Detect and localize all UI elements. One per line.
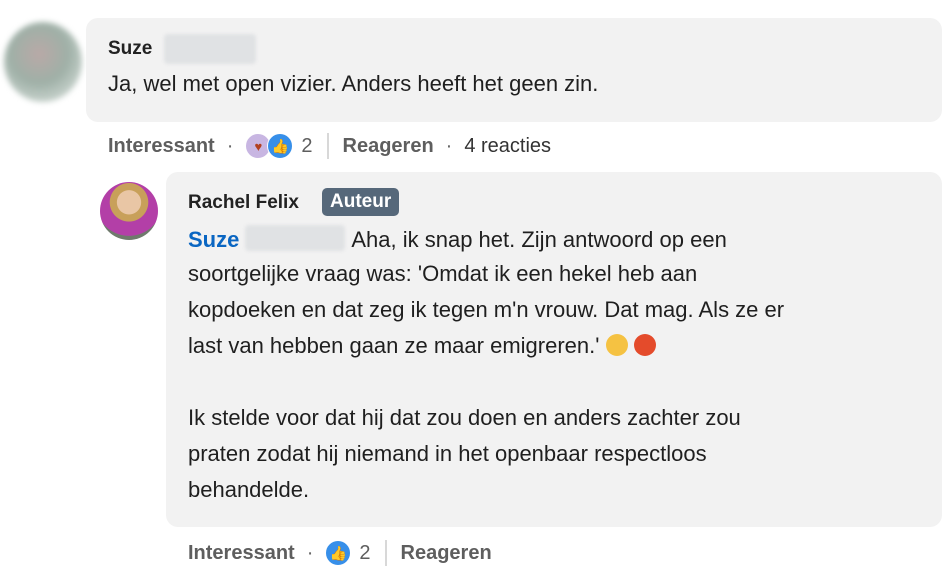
mention-link[interactable]: Suze (188, 227, 239, 252)
react-button[interactable]: Interessant (108, 135, 215, 158)
thumbs-up-icon: 👍 (325, 540, 352, 566)
comment-actions: Interessant · ♥ 👍 2 Reageren · 4 reactie… (108, 131, 551, 161)
reaction-count[interactable]: 2 (301, 135, 312, 158)
reaction-count[interactable]: 2 (359, 542, 370, 565)
thumbs-up-icon: 👍 (267, 133, 294, 159)
replies-count-link[interactable]: 4 reacties (464, 135, 551, 158)
reply-text: Suze Aha, ik snap het. Zijn antwoord op e… (188, 225, 727, 252)
reply-text-line: soortgelijke vraag was: 'Omdat ik een he… (188, 261, 698, 286)
reply-text-line: Ik stelde voor dat hij dat zou doen en a… (188, 405, 741, 430)
reply-author-name[interactable]: Rachel Felix (188, 192, 299, 214)
avatar-rachel-felix[interactable] (100, 182, 158, 240)
reply-text-line: kopdoeken en dat zeg ik tegen m'n vrouw.… (188, 297, 785, 322)
comment-text: Ja, wel met open vizier. Anders heeft he… (108, 71, 599, 96)
separator-dot: · (226, 134, 234, 157)
reply-text-line: praten zodat hij niemand in het openbaar… (188, 441, 707, 466)
divider (326, 133, 329, 159)
divider (384, 540, 387, 566)
author-badge: Auteur (322, 188, 400, 216)
comment-author-name[interactable]: Suze (108, 38, 152, 60)
avatar-suze[interactable] (4, 22, 82, 102)
reply-text-line: last van hebben gaan ze maar emigreren.' (188, 328, 656, 364)
reply-button[interactable]: Reageren (343, 135, 434, 158)
reply-button[interactable]: Reageren (401, 542, 492, 565)
author-surname-redacted (164, 34, 256, 64)
angry-face-emoji (633, 334, 656, 356)
reply-text-line: behandelde. (188, 477, 310, 502)
reply-actions: Interessant · 👍 2 Reageren (188, 538, 492, 568)
separator-dot: · (445, 134, 453, 157)
mention-surname-redacted (245, 225, 346, 251)
react-button[interactable]: Interessant (188, 542, 295, 565)
separator-dot: · (306, 541, 314, 564)
crying-face-emoji (605, 334, 628, 356)
